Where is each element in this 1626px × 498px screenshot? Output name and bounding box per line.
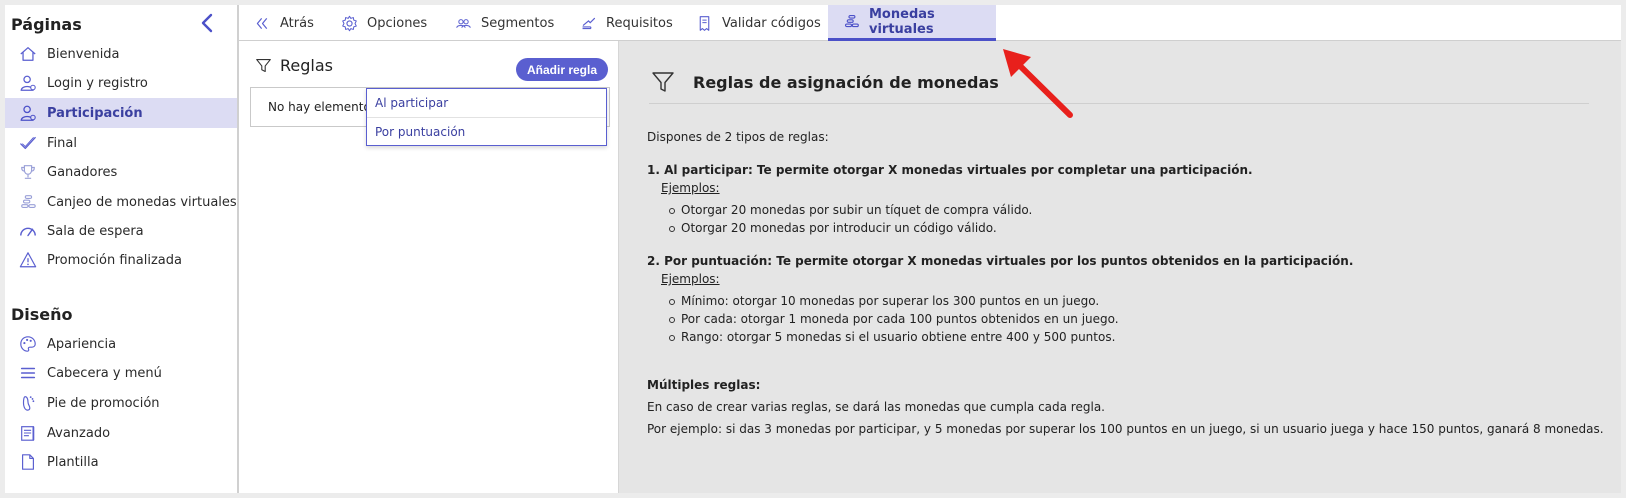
- sidebar-item-ganadores[interactable]: Ganadores: [5, 157, 237, 187]
- sidebar-item-canjeo-monedas[interactable]: Canjeo de monedas virtuales: [5, 187, 237, 217]
- rule2-example: Por cada: otorgar 1 moneda por cada 100 …: [667, 312, 1119, 326]
- sidebar-item-promocion-finalizada[interactable]: Promoción finalizada: [5, 245, 237, 275]
- check-icon: [18, 133, 38, 153]
- chevron-left-icon: [201, 13, 213, 33]
- rule2-example: Mínimo: otorgar 10 monedas por superar l…: [667, 294, 1099, 308]
- ticket-icon: [695, 14, 713, 32]
- gear-icon: [340, 14, 358, 32]
- tab-segmentos[interactable]: Segmentos: [454, 5, 554, 41]
- tab-label: Validar códigos: [722, 15, 821, 31]
- rule2-example: Rango: otorgar 5 monedas si el usuario o…: [667, 330, 1115, 344]
- coins-icon: [18, 192, 38, 212]
- tab-requisitos[interactable]: Requisitos: [579, 5, 673, 41]
- template-icon: [18, 452, 38, 472]
- rules-title-text: Reglas: [280, 56, 333, 75]
- help-intro: Dispones de 2 tipos de reglas:: [647, 130, 829, 144]
- collapse-sidebar-button[interactable]: [198, 13, 218, 33]
- sidebar-item-login-registro[interactable]: Login y registro: [5, 68, 237, 98]
- sidebar-item-avanzado[interactable]: Avanzado: [5, 418, 237, 448]
- rule1-examples-label: Ejemplos:: [661, 181, 720, 195]
- users-icon: [454, 14, 472, 32]
- trophy-icon: [18, 162, 38, 182]
- tab-label: Atrás: [280, 15, 314, 31]
- rule1-example: Otorgar 20 monedas por introducir un cód…: [667, 221, 997, 235]
- filter-icon: [256, 58, 271, 73]
- sidebar-item-participacion[interactable]: Participación: [5, 98, 237, 128]
- sidebar-item-label: Pie de promoción: [47, 395, 160, 411]
- sidebar-item-bienvenida[interactable]: Bienvenida: [5, 39, 237, 69]
- design-heading: Diseño: [11, 305, 73, 324]
- rule2-title: 2. Por puntuación: Te permite otorgar X …: [647, 254, 1354, 268]
- rules-title: Reglas: [255, 56, 333, 75]
- sidebar-item-apariencia[interactable]: Apariencia: [5, 329, 237, 359]
- tab-atras[interactable]: Atrás: [253, 5, 314, 41]
- sidebar-item-pie-promocion[interactable]: Pie de promoción: [5, 388, 237, 418]
- help-title: Reglas de asignación de monedas: [651, 70, 999, 94]
- user-participation-icon: [18, 103, 38, 123]
- warning-icon: [18, 250, 38, 270]
- sidebar-item-cabecera-menu[interactable]: Cabecera y menú: [5, 358, 237, 388]
- rule2-examples-label: Ejemplos:: [661, 272, 720, 286]
- rule1-title: 1. Al participar: Te permite otorgar X m…: [647, 163, 1253, 177]
- help-panel: Reglas de asignación de monedas Dispones…: [619, 41, 1621, 493]
- advanced-icon: [18, 423, 38, 443]
- rule1-example: Otorgar 20 monedas por subir un tíquet d…: [667, 203, 1032, 217]
- sidebar-item-final[interactable]: Final: [5, 128, 237, 158]
- multiple-rules-text: En caso de crear varias reglas, se dará …: [647, 400, 1105, 414]
- filter-icon: [652, 72, 674, 92]
- user-login-icon: [18, 73, 38, 93]
- pages-heading: Páginas: [11, 15, 82, 34]
- add-rule-dropdown: Al participar Por puntuación: [366, 88, 607, 146]
- sidebar-item-label: Sala de espera: [47, 223, 144, 239]
- empty-text: No hay elementos: [268, 100, 378, 114]
- double-chevron-left-icon: [253, 14, 271, 32]
- multiple-rules-title: Múltiples reglas:: [647, 378, 761, 392]
- sidebar-item-label: Cabecera y menú: [47, 365, 162, 381]
- dropdown-item-por-puntuacion[interactable]: Por puntuación: [367, 117, 606, 145]
- sidebar: Páginas Bienvenida Login y registro Part…: [5, 5, 239, 493]
- home-icon: [18, 44, 38, 64]
- help-divider: [649, 103, 1589, 104]
- tab-bar: Atrás Opciones Segmentos Requisitos Vali…: [239, 5, 1621, 41]
- rules-panel: Reglas Añadir regla No hay elementos Al …: [239, 41, 619, 493]
- app-frame: Páginas Bienvenida Login y registro Part…: [5, 5, 1621, 493]
- sidebar-item-label: Avanzado: [47, 425, 111, 441]
- tab-validar-codigos[interactable]: Validar códigos: [695, 5, 821, 41]
- multiple-rules-example: Por ejemplo: si das 3 monedas por partic…: [647, 422, 1604, 436]
- sidebar-item-label: Ganadores: [47, 164, 118, 180]
- tab-label: Opciones: [367, 15, 428, 31]
- palette-icon: [18, 334, 38, 354]
- gauge-icon: [18, 221, 38, 241]
- tab-monedas-virtuales[interactable]: Monedas virtuales: [828, 5, 996, 41]
- sidebar-item-label: Plantilla: [47, 454, 99, 470]
- tab-label: Monedas virtuales: [869, 6, 935, 37]
- coins-icon: [843, 13, 860, 31]
- sidebar-item-label: Promoción finalizada: [47, 252, 182, 268]
- sidebar-item-plantilla[interactable]: Plantilla: [5, 447, 237, 477]
- sidebar-item-label: Login y registro: [47, 75, 148, 91]
- sidebar-item-label: Apariencia: [47, 336, 117, 352]
- sidebar-item-label: Canjeo de monedas virtuales: [47, 194, 237, 210]
- foot-icon: [18, 393, 38, 413]
- menu-icon: [18, 363, 38, 383]
- sidebar-item-label: Final: [47, 135, 77, 151]
- tab-label: Requisitos: [606, 15, 673, 31]
- add-rule-button[interactable]: Añadir regla: [516, 58, 608, 81]
- help-title-text: Reglas de asignación de monedas: [693, 72, 999, 92]
- dropdown-item-al-participar[interactable]: Al participar: [367, 89, 606, 117]
- sidebar-item-label: Bienvenida: [47, 46, 120, 62]
- hand-icon: [579, 14, 597, 32]
- sidebar-item-label: Participación: [47, 105, 143, 121]
- sidebar-item-sala-espera[interactable]: Sala de espera: [5, 216, 237, 246]
- tab-label: Segmentos: [481, 15, 555, 31]
- tab-opciones[interactable]: Opciones: [340, 5, 427, 41]
